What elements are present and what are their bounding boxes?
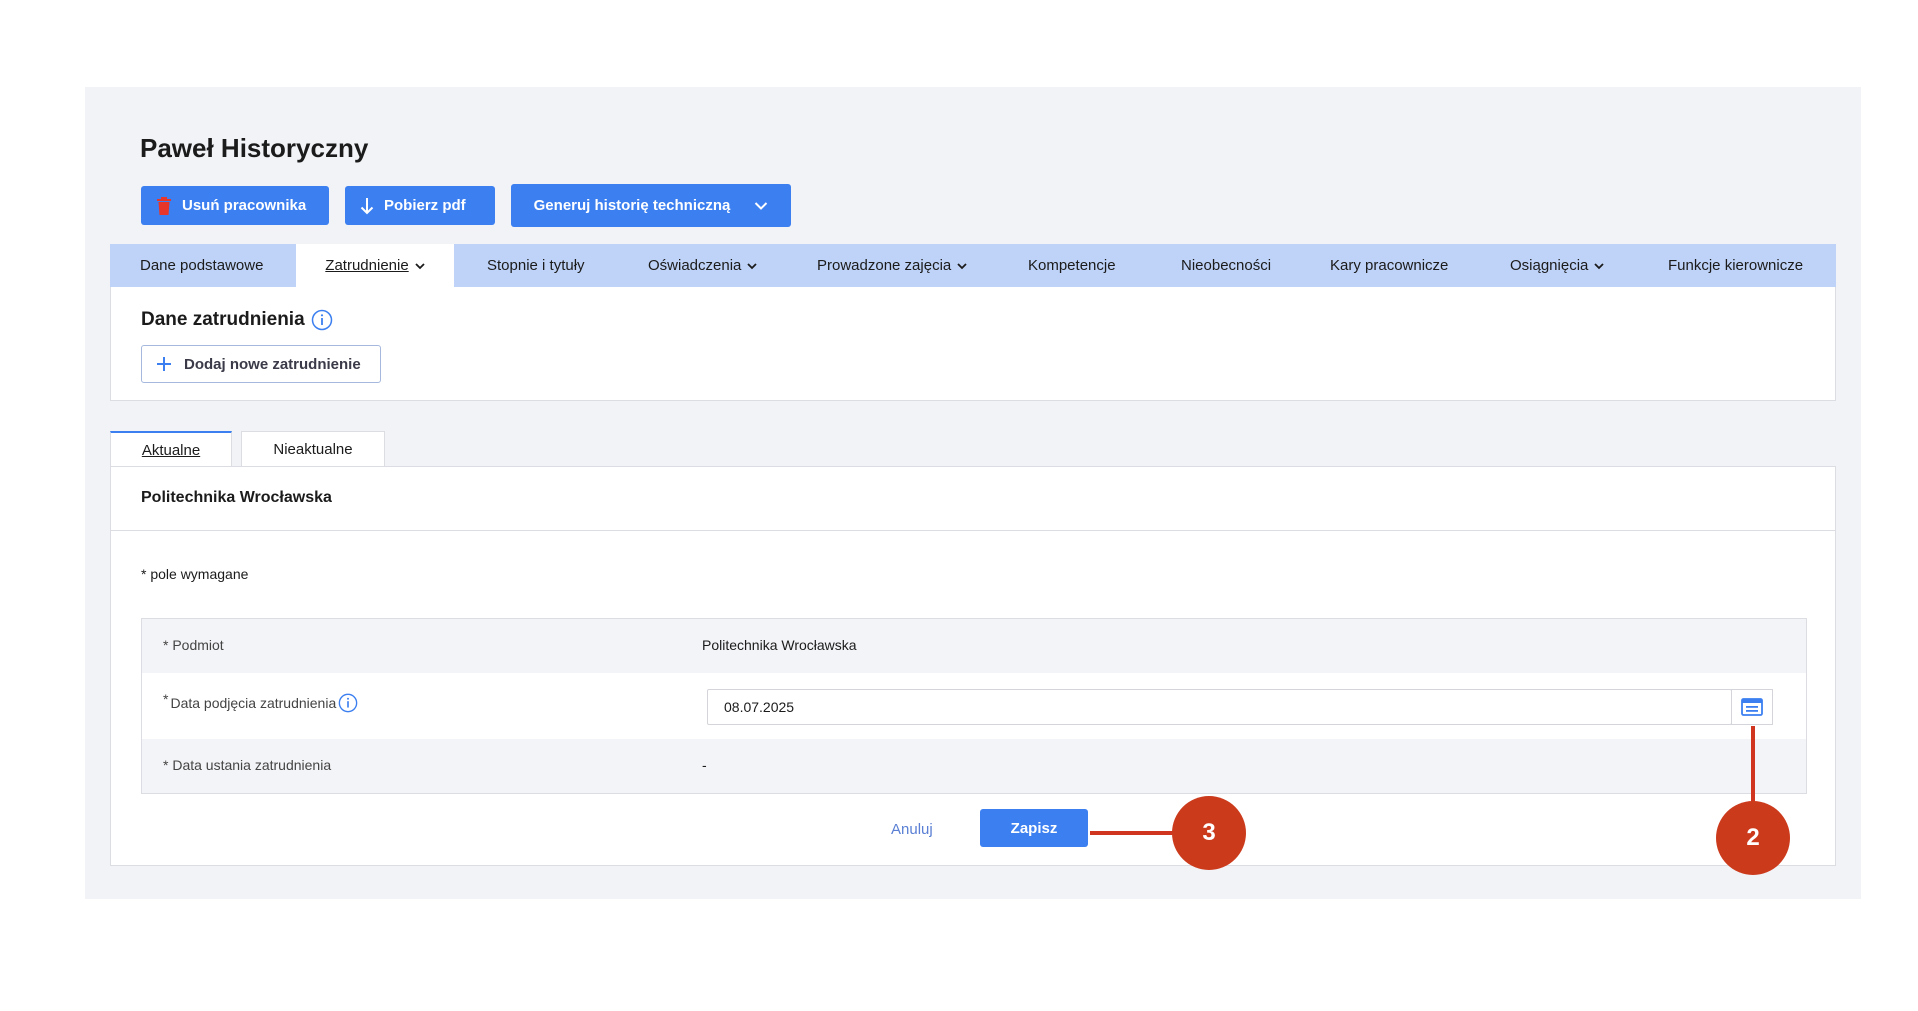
- chevron-down-icon: [415, 262, 425, 269]
- entity-value: Politechnika Wrocławska: [702, 637, 857, 653]
- arrow-down-icon: [360, 197, 374, 214]
- calendar-button[interactable]: [1731, 689, 1773, 725]
- chevron-down-icon: [957, 262, 967, 269]
- tab-dane-podstawowe[interactable]: Dane podstawowe: [140, 244, 263, 287]
- subtab-outdated[interactable]: Nieaktualne: [241, 431, 385, 467]
- section-title: Dane zatrudnienia: [141, 309, 333, 331]
- end-date-value: -: [702, 757, 707, 773]
- main-tabs: Dane podstawowe Zatrudnienie Stopnie i t…: [110, 244, 1836, 287]
- subtab-current[interactable]: Aktualne: [110, 431, 232, 467]
- employment-details: Politechnika Wrocławska * pole wymagane …: [110, 466, 1836, 866]
- download-pdf-label: Pobierz pdf: [384, 197, 466, 214]
- save-button[interactable]: Zapisz: [980, 809, 1088, 847]
- info-icon[interactable]: [311, 309, 333, 331]
- tab-nieobecnosci[interactable]: Nieobecności: [1181, 244, 1271, 287]
- callout-badge-2: 2: [1716, 801, 1790, 875]
- callout-line-calendar: [1751, 726, 1755, 802]
- required-note: * pole wymagane: [141, 566, 249, 582]
- trash-icon: [157, 196, 171, 215]
- chevron-down-icon[interactable]: [754, 199, 768, 213]
- callout-badge-3: 3: [1172, 796, 1246, 870]
- start-date-label: * Data podjęcia zatrudnienia: [163, 691, 358, 713]
- tab-kompetencje[interactable]: Kompetencje: [1028, 244, 1116, 287]
- institution-title: Politechnika Wrocławska: [141, 489, 332, 506]
- callout-line-save: [1090, 831, 1174, 835]
- required-asterisk: *: [163, 691, 169, 707]
- start-date-input[interactable]: 08.07.2025: [707, 689, 1732, 725]
- form-row-end-date: * Data ustania zatrudnienia -: [142, 739, 1806, 793]
- divider: [111, 530, 1835, 531]
- tab-zatrudnienie[interactable]: Zatrudnienie: [296, 244, 454, 287]
- generate-history-button[interactable]: Generuj historię techniczną: [511, 184, 791, 227]
- delete-employee-button[interactable]: Usuń pracownika: [141, 186, 329, 225]
- calendar-icon: [1741, 698, 1763, 716]
- cancel-button[interactable]: Anuluj: [891, 821, 933, 838]
- page-title: Paweł Historyczny: [140, 133, 369, 163]
- employment-form: * Podmiot Politechnika Wrocławska * Data…: [141, 618, 1807, 794]
- generate-history-label: Generuj historię techniczną: [533, 197, 731, 214]
- download-pdf-button[interactable]: Pobierz pdf: [345, 186, 495, 225]
- tab-stopnie-i-tytuly[interactable]: Stopnie i tytuły: [487, 244, 585, 287]
- end-date-label: * Data ustania zatrudnienia: [163, 757, 332, 773]
- info-icon[interactable]: [338, 693, 358, 713]
- tab-prowadzone-zajecia[interactable]: Prowadzone zajęcia: [817, 244, 967, 287]
- tab-funkcje-kierownicze[interactable]: Funkcje kierownicze: [1668, 244, 1803, 287]
- employment-section: Dane zatrudnienia Dodaj nowe zatrudnieni…: [110, 287, 1836, 401]
- tab-kary-pracownicze[interactable]: Kary pracownicze: [1330, 244, 1448, 287]
- add-employment-button[interactable]: Dodaj nowe zatrudnienie: [141, 345, 381, 383]
- delete-employee-label: Usuń pracownika: [182, 197, 307, 214]
- chevron-down-icon: [1594, 262, 1605, 269]
- chevron-down-icon: [747, 262, 758, 269]
- add-employment-label: Dodaj nowe zatrudnienie: [184, 355, 361, 373]
- employee-panel: Paweł Historyczny Usuń pracownika Pobier…: [85, 87, 1861, 899]
- tab-oswiadczenia[interactable]: Oświadczenia: [648, 244, 758, 287]
- form-row-entity: * Podmiot Politechnika Wrocławska: [142, 619, 1806, 673]
- tab-osiagniecia[interactable]: Osiągnięcia: [1510, 244, 1605, 287]
- entity-label: * Podmiot: [163, 637, 224, 653]
- plus-icon: [157, 357, 171, 371]
